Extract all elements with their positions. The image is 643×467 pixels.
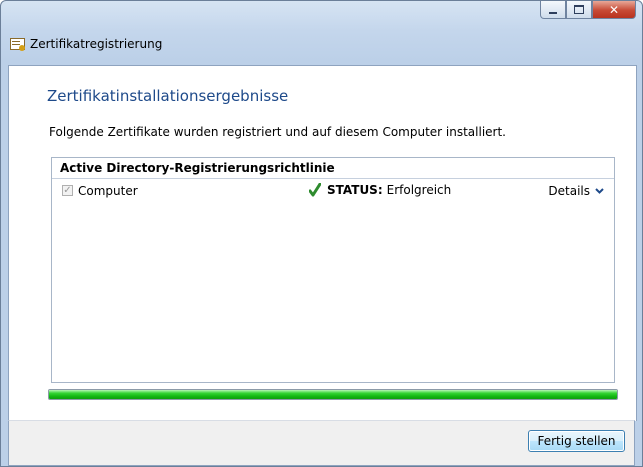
close-button[interactable]: ✕ [592,1,636,19]
policy-header: Active Directory-Registrierungsrichtlini… [52,158,614,179]
title-bar: Zertifikatregistrierung [9,37,162,51]
list-item: ✓ Computer STATUS: Erfolgreich Details [52,179,614,203]
certificate-checkbox[interactable]: ✓ [62,185,73,196]
maximize-icon [574,5,584,14]
content-area: Zertifikatinstallationsergebnisse Folgen… [8,65,637,421]
dialog-window: ✕ Zertifikatregistrierung Zertifikatinst… [0,0,643,467]
intro-text: Folgende Zertifikate wurden registriert … [49,125,506,139]
status-indicator: STATUS: Erfolgreich [309,183,451,197]
window-title: Zertifikatregistrierung [30,37,163,51]
status-value: Erfolgreich [386,183,452,197]
chevron-down-icon [595,188,604,194]
minimize-button[interactable] [540,1,566,19]
footer-bar: Fertig stellen [8,420,635,466]
status-label: STATUS: [327,183,383,197]
progress-bar [48,389,618,400]
certificate-list: Active Directory-Registrierungsrichtlini… [51,157,615,383]
maximize-button[interactable] [566,1,592,19]
finish-button[interactable]: Fertig stellen [528,430,625,452]
progress-fill [49,390,617,399]
details-toggle[interactable]: Details [548,184,604,198]
minimize-icon [549,11,557,14]
checkmark-icon [309,183,321,197]
details-label: Details [548,184,590,198]
page-title: Zertifikatinstallationsergebnisse [47,87,289,105]
caption-buttons: ✕ [540,1,636,19]
close-icon: ✕ [608,2,620,17]
certificate-name: Computer [78,184,138,198]
certificate-icon [9,37,25,51]
